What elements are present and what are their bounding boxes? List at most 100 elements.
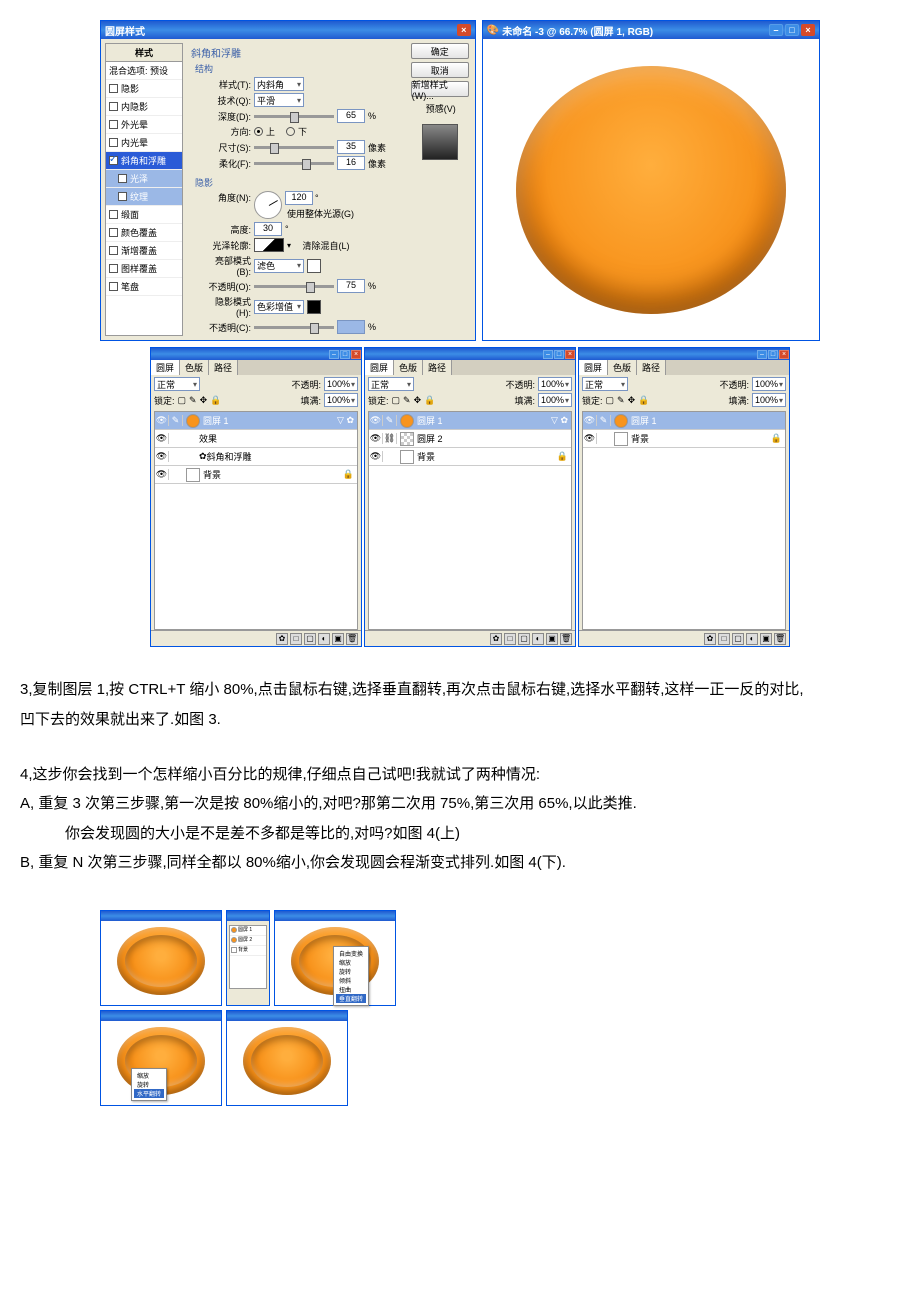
style-bevel[interactable]: 斜角和浮雕 xyxy=(106,152,182,170)
layer-row-fx[interactable]: 👁效果 xyxy=(155,430,357,448)
layer-row[interactable]: 👁⛓圆屏 2 xyxy=(369,430,571,448)
maximize-icon[interactable]: □ xyxy=(785,24,799,36)
step-4-text: 4,这步你会找到一个怎样缩小百分比的规律,仔细点自己试吧!我就试了两种情况: xyxy=(20,762,900,788)
mask-icon[interactable]: □ xyxy=(290,633,302,645)
opacity-input[interactable]: 100% xyxy=(324,377,358,391)
blend-defaults[interactable]: 混合选项: 预设 xyxy=(106,62,182,80)
ok-button[interactable]: 确定 xyxy=(411,43,469,59)
layers-panels-row: –□× 圆屏色版路径 正常不透明:100% 锁定:▢✎✥🔒填满:100% 👁✎圆… xyxy=(20,347,900,647)
style-innerglow[interactable]: 内光晕 xyxy=(106,134,182,152)
lock-pos-icon[interactable]: ✥ xyxy=(200,395,208,406)
close-icon[interactable]: × xyxy=(351,350,361,359)
layer-row[interactable]: 👁✎圆屏 1▽ ✿ xyxy=(369,412,571,430)
canvas-title: 未命名 -3 @ 66.7% (圆屏 1, RGB) xyxy=(502,23,653,38)
step-4a2-text: 你会发现圆的大小是不是差不多都是等比的,对吗?如图 4(上) xyxy=(20,821,900,847)
lock-pixels-icon[interactable]: ✎ xyxy=(189,395,197,406)
brush-icon[interactable]: ✎ xyxy=(169,415,183,426)
max-icon[interactable]: □ xyxy=(340,350,350,359)
style-select[interactable]: 内斜角 xyxy=(254,77,304,91)
thumb-2: 自由变换 缩放 旋转 倾斜 扭曲 垂直翻转 xyxy=(274,910,396,1006)
dialog-buttons: 确定 取消 新增样式(W)... 预感(V) xyxy=(409,43,471,336)
style-coloroverlay[interactable]: 颜色覆盖 xyxy=(106,224,182,242)
step-3-text-b: 凹下去的效果就出来了.如图 3. xyxy=(20,707,900,733)
size-slider[interactable] xyxy=(254,146,334,149)
minimize-icon[interactable]: – xyxy=(769,24,783,36)
fx-icon[interactable]: ✿ xyxy=(276,633,288,645)
thumb-4 xyxy=(226,1010,348,1106)
adj-icon[interactable]: ◐ xyxy=(318,633,330,645)
min-icon[interactable]: – xyxy=(329,350,339,359)
canvas-window: 🎨 未命名 -3 @ 66.7% (圆屏 1, RGB) – □ × xyxy=(482,20,820,341)
shopacity-input[interactable] xyxy=(337,320,365,334)
sh-color[interactable] xyxy=(307,300,321,314)
technique-select[interactable]: 平滑 xyxy=(254,93,304,107)
dir-up-radio[interactable] xyxy=(254,127,263,136)
tab-layers[interactable]: 圆屏 xyxy=(151,360,180,375)
close-icon[interactable]: × xyxy=(457,24,471,36)
gloss-contour[interactable] xyxy=(254,238,284,252)
preview-thumbnail xyxy=(422,124,458,160)
layers-panel-2: –□× 圆屏色版路径 正常不透明:100% 锁定:▢✎✥🔒填满:100% 👁✎圆… xyxy=(364,347,576,647)
tab-channels[interactable]: 色版 xyxy=(180,360,209,375)
lock-all-icon[interactable]: 🔒 xyxy=(210,395,221,406)
thumbnail-grid: 圆屏 1 圆屏 2 背景 自由变换 缩放 旋转 倾斜 扭曲 垂直翻转 xyxy=(20,910,900,1106)
thumb-3: 缩放 旋转 水平翻转 xyxy=(100,1010,222,1106)
depth-slider[interactable] xyxy=(254,115,334,118)
lock-icon: 🔒 xyxy=(343,469,354,480)
thumb-1 xyxy=(100,910,222,1006)
layer-row-bg[interactable]: 👁背景🔒 xyxy=(369,448,571,466)
depth-input[interactable]: 65 xyxy=(337,109,365,123)
angle-dial[interactable] xyxy=(254,191,282,219)
eye-icon[interactable]: 👁 xyxy=(155,415,169,426)
angle-input[interactable]: 120 xyxy=(285,191,313,205)
hlmode-select[interactable]: 滤色 xyxy=(254,259,304,273)
style-outerglow[interactable]: 外光晕 xyxy=(106,116,182,134)
eye-icon[interactable]: 👁 xyxy=(155,469,169,480)
hlopacity-input[interactable]: 75 xyxy=(337,279,365,293)
style-gradoverlay[interactable]: 渐增覆盖 xyxy=(106,242,182,260)
styles-list: 样式 混合选项: 预设 隐影 内隐影 外光晕 内光晕 斜角和浮雕 光泽 纹理 缎… xyxy=(105,43,183,336)
styles-header: 样式 xyxy=(106,44,182,62)
layer-row[interactable]: 👁✎圆屏 1▽ ✿ xyxy=(155,412,357,430)
lock-trans-icon[interactable]: ▢ xyxy=(178,395,187,406)
shmode-select[interactable]: 色彩增值 xyxy=(254,300,304,314)
shopacity-slider[interactable] xyxy=(254,326,334,329)
layer-row-bg[interactable]: 👁背景🔒 xyxy=(583,430,785,448)
eye-icon[interactable]: 👁 xyxy=(155,451,169,462)
altitude-input[interactable]: 30 xyxy=(254,222,282,236)
hl-color[interactable] xyxy=(307,259,321,273)
style-stroke[interactable]: 笔盘 xyxy=(106,278,182,296)
layer-row[interactable]: 👁✎圆屏 1 xyxy=(583,412,785,430)
doc-icon: 🎨 xyxy=(487,25,499,36)
trash-icon[interactable]: 🗑 xyxy=(346,633,358,645)
soften-slider[interactable] xyxy=(254,162,334,165)
dialog-title: 圆屏样式 xyxy=(105,23,145,38)
thumb-layers-aux: 圆屏 1 圆屏 2 背景 xyxy=(226,910,270,1006)
blend-mode[interactable]: 正常 xyxy=(154,377,200,391)
layer-row-fx-bevel[interactable]: 👁✿ 斜角和浮雕 xyxy=(155,448,357,466)
bevel-settings: 斜角和浮雕 结构 样式(T):内斜角 技术(Q):平滑 深度(D):65% 方向… xyxy=(187,43,405,336)
folder-icon[interactable]: ▢ xyxy=(304,633,316,645)
newstyle-button[interactable]: 新增样式(W)... xyxy=(411,81,469,97)
style-dropshadow[interactable]: 隐影 xyxy=(106,80,182,98)
orange-circle-artwork xyxy=(516,66,786,314)
new-layer-icon[interactable]: ▣ xyxy=(332,633,344,645)
eye-icon[interactable]: 👁 xyxy=(155,433,169,444)
style-contour[interactable]: 光泽 xyxy=(106,170,182,188)
layers-panel-3: –□× 圆屏色版路径 正常不透明:100% 锁定:▢✎✥🔒填满:100% 👁✎圆… xyxy=(578,347,790,647)
style-patoverlay[interactable]: 图样覆盖 xyxy=(106,260,182,278)
fill-input[interactable]: 100% xyxy=(324,393,358,407)
size-input[interactable]: 35 xyxy=(337,140,365,154)
step-4b-text: B, 重复 N 次第三步骤,同样全都以 80%缩小,你会发现圆会程渐变式排列.如… xyxy=(20,850,900,876)
soften-input[interactable]: 16 xyxy=(337,156,365,170)
hlopacity-slider[interactable] xyxy=(254,285,334,288)
layer-row-bg[interactable]: 👁背景🔒 xyxy=(155,466,357,484)
style-innershadow[interactable]: 内隐影 xyxy=(106,98,182,116)
dir-down-radio[interactable] xyxy=(286,127,295,136)
style-texture[interactable]: 纹理 xyxy=(106,188,182,206)
tab-paths[interactable]: 路径 xyxy=(209,360,238,375)
close-icon[interactable]: × xyxy=(801,24,815,36)
cancel-button[interactable]: 取消 xyxy=(411,62,469,78)
style-satin[interactable]: 缎面 xyxy=(106,206,182,224)
step-4a-text: A, 重复 3 次第三步骤,第一次是按 80%缩小的,对吧?那第二次用 75%,… xyxy=(20,791,900,817)
